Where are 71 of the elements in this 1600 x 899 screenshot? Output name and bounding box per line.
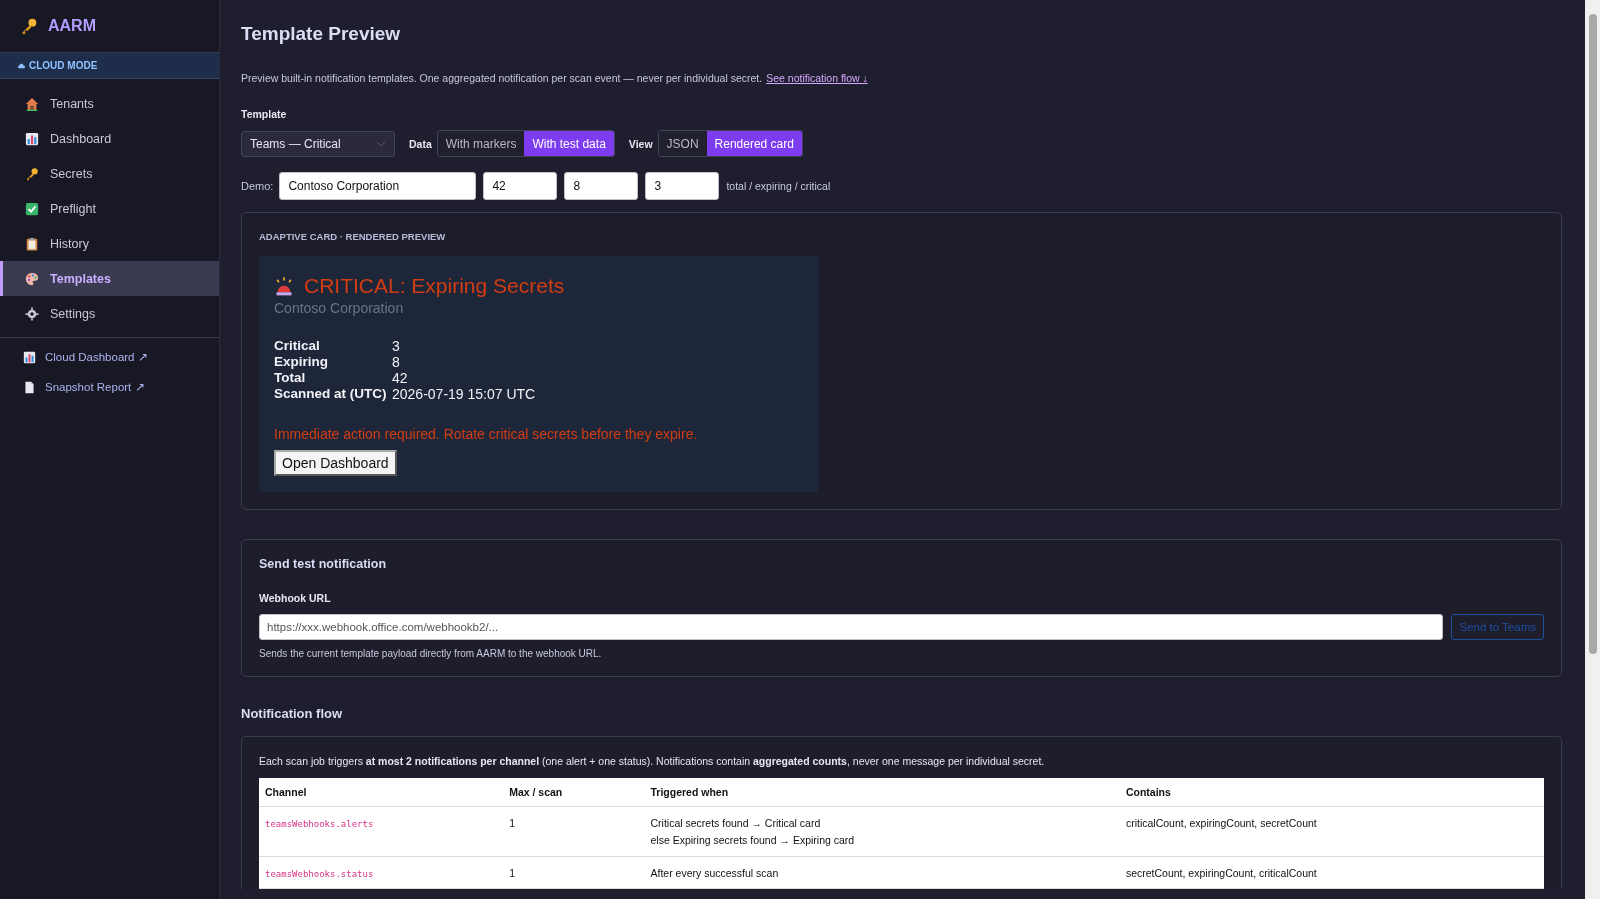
key-icon — [25, 166, 39, 181]
sidebar-item[interactable]: Dashboard — [0, 121, 219, 156]
column-header: Triggered when — [644, 778, 1120, 807]
app-name: AARM — [48, 17, 96, 35]
column-header: Max / scan — [503, 778, 645, 807]
notification-flow-link[interactable]: See notification flow ↓ — [766, 72, 868, 84]
key-icon — [20, 17, 38, 35]
demo-input[interactable]: 3 — [645, 172, 720, 200]
demo-input[interactable]: 8 — [564, 172, 639, 200]
palette-icon — [25, 271, 39, 286]
settings-icon — [25, 306, 39, 321]
demo-input[interactable]: 42 — [483, 172, 558, 200]
mode-label: CLOUD MODE — [29, 60, 98, 71]
check-icon — [25, 201, 39, 216]
demo-input[interactable]: Contoso Corporation — [279, 172, 477, 200]
sidebar-item[interactable]: Secrets — [0, 156, 219, 191]
table-cell: Critical secrets found → Critical card else Expiring secrets found → Expiring card — [644, 806, 1120, 857]
chevron-down-icon — [376, 140, 386, 147]
fact-name: Expiring — [274, 354, 329, 370]
open-dashboard-button[interactable]: Open Dashboard — [274, 450, 397, 476]
fact-value: 8 — [392, 354, 401, 370]
field-label: Template — [241, 108, 288, 120]
fact-value: 2026-07-19 15:07 UTC — [392, 386, 537, 402]
page-description: Preview built-in notification templates. One aggregated notification per scan event — never per individual secret. See notification flow ↓ — [241, 72, 869, 84]
field-label: Webhook URL — [259, 592, 332, 604]
table-cell: criticalCount, expiringCount, secretCount — [1119, 806, 1544, 857]
alert-message: Immediate action required. Rotate critical secrets before they expire. — [274, 426, 699, 442]
sidebar-link[interactable]: Snapshot Report ↗ — [0, 372, 219, 402]
table-cell: secretCount, expiringCount, criticalCount — [1119, 856, 1544, 889]
webhook-url-field[interactable]: https://xxx.webhook.office.com/webhookb2/... — [259, 614, 1444, 640]
table-cell: teamsWebhooks.alerts — [259, 806, 504, 857]
sidebar-item[interactable]: Templates — [0, 261, 219, 296]
fact-value: 3 — [392, 338, 401, 354]
column-header: Contains — [1119, 778, 1544, 807]
fact-name: Critical — [274, 338, 321, 354]
scrollbar[interactable] — [1585, 0, 1600, 899]
column-header: Channel — [259, 778, 504, 807]
page-title: Template Preview — [241, 23, 402, 45]
fact-name: Total — [274, 370, 307, 386]
sidebar-item[interactable]: Preflight — [0, 191, 219, 226]
demo-hint: total / expiring / critical — [726, 180, 831, 192]
sidebar-link[interactable]: Cloud Dashboard ↗ — [0, 342, 219, 372]
table-cell: 1 — [503, 806, 645, 857]
siren-icon — [274, 276, 294, 296]
toggle-option[interactable]: Rendered card — [706, 131, 802, 156]
section-title: Notification flow — [241, 706, 344, 721]
fact-name: Scanned at (UTC) — [274, 386, 388, 402]
card-subtitle: Contoso Corporation — [274, 300, 405, 316]
toggle-option[interactable]: With test data — [524, 131, 614, 156]
flow-intro: Each scan job triggers at most 2 notifications per channel (one alert + one status). Notifications contain aggregated counts, never one message per individual secret. — [259, 755, 1046, 767]
demo-label: Demo: — [241, 180, 274, 192]
sidebar-item[interactable]: Settings — [0, 296, 219, 331]
table-cell: 1 — [503, 856, 645, 889]
card-title: CRITICAL: Expiring Secrets — [304, 274, 565, 298]
toggle-label: Data — [409, 137, 432, 150]
template-select[interactable]: Teams — Critical — [241, 130, 395, 157]
cloud-icon — [17, 61, 26, 70]
bar-chart-icon — [23, 350, 36, 364]
house-icon — [25, 96, 39, 111]
document-icon — [23, 380, 36, 394]
table-cell: After every successful scan — [644, 856, 1120, 889]
table-cell: teamsWebhooks.status — [259, 856, 504, 889]
bar-chart-icon — [25, 131, 39, 146]
toggle-label: View — [628, 137, 653, 150]
clipboard-icon — [25, 236, 39, 251]
preview-heading: ADAPTIVE CARD · RENDERED PREVIEW — [259, 231, 447, 242]
sidebar-item[interactable]: History — [0, 226, 219, 261]
fact-value: 42 — [392, 370, 409, 386]
sidebar-item[interactable]: Tenants — [0, 86, 219, 121]
panel-title: Send test notification — [259, 557, 388, 571]
send-hint: Sends the current template payload directly from AARM to the webhook URL. — [259, 648, 603, 659]
